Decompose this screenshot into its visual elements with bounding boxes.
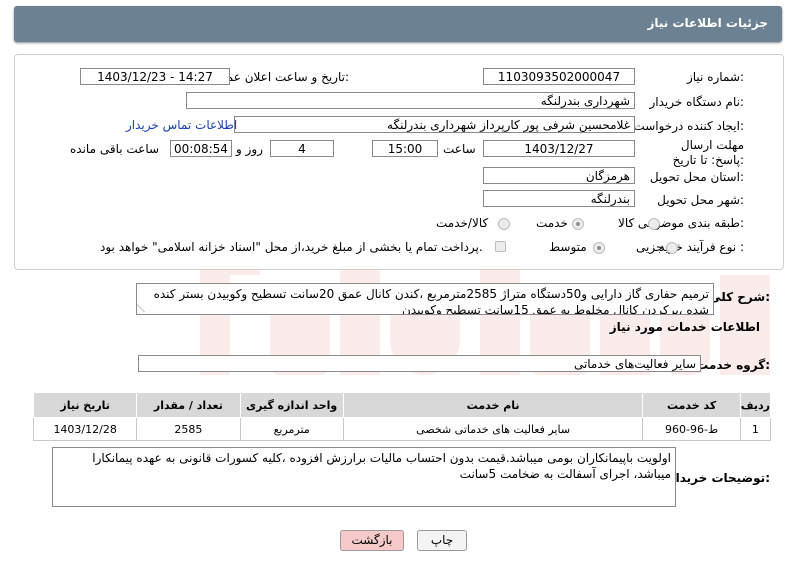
treasury-payment-note: پرداخت تمام یا بخشی از مبلغ خرید،از محل … — [100, 240, 483, 254]
buyer-notes-textarea[interactable]: اولویت باپیمانکاران بومی میباشد.قیمت بدو… — [52, 447, 676, 507]
process-option-medium: متوسط — [549, 240, 587, 254]
service-group-field[interactable]: سایر فعالیت‌های خدماتی — [138, 355, 701, 372]
title-bar: جزئیات اطلاعات نیاز — [14, 6, 782, 42]
cell-need-date: 1403/12/28 — [32, 417, 138, 441]
buyer-contact-link[interactable]: اطلاعات تماس خریدار — [126, 118, 237, 132]
days-label: روز و — [236, 142, 263, 156]
creator-label: ایجاد کننده درخواست: — [633, 119, 744, 133]
buyer-label: نام دستگاه خریدار: — [649, 95, 745, 109]
province-field[interactable]: هرمزگان — [483, 167, 635, 184]
category-option-goods: کالا — [618, 216, 635, 230]
need-number-field[interactable]: 1103093502000047 — [483, 68, 635, 85]
buyer-notes-text: اولویت باپیمانکاران بومی میباشد.قیمت بدو… — [92, 451, 671, 481]
category-option-service: خدمت — [536, 216, 568, 230]
deadline-time-field[interactable]: 15:00 — [372, 140, 438, 157]
services-table: ردیف کد خدمت نام خدمت واحد اندازه گیری ت… — [32, 392, 772, 441]
announce-datetime-field[interactable]: 1403/12/23 - 14:27 — [80, 68, 230, 85]
cell-unit: مترمربع — [239, 417, 344, 441]
deadline-label: مهلت ارسال پاسخ: تا تاریخ: — [672, 138, 744, 167]
time-remaining-field[interactable]: 00:08:54 — [170, 140, 232, 157]
col-quantity: تعداد / مقدار — [136, 392, 241, 418]
creator-field[interactable]: غلامحسین شرفی پور کارپرداز شهرداری بندرل… — [234, 116, 635, 133]
category-radio-goods-service[interactable] — [498, 218, 510, 230]
category-radio-service[interactable] — [572, 218, 584, 230]
col-unit: واحد اندازه گیری — [239, 392, 344, 418]
deadline-date-field[interactable]: 1403/12/27 — [483, 140, 635, 157]
summary-textarea[interactable]: ترمیم حفاری گاز دارایی و50دستگاه متراژ 2… — [136, 283, 714, 315]
col-service-name: نام خدمت — [342, 392, 644, 418]
services-section-title: اطلاعات خدمات مورد نیاز — [609, 320, 760, 334]
print-button[interactable]: چاپ — [417, 530, 467, 551]
category-option-goods-service: کالا/خدمت — [436, 216, 489, 230]
process-radio-minor[interactable] — [666, 242, 678, 254]
treasury-payment-checkbox[interactable] — [495, 241, 506, 252]
process-option-minor: جزیی — [636, 240, 664, 254]
category-radio-goods[interactable] — [648, 218, 660, 230]
deadline-time-label: ساعت — [443, 142, 476, 156]
process-radio-medium[interactable] — [593, 242, 605, 254]
page-title: جزئیات اطلاعات نیاز — [647, 16, 768, 30]
summary-text: ترمیم حفاری گاز دارایی و50دستگاه متراژ 2… — [153, 287, 709, 315]
days-remaining-field[interactable]: 4 — [270, 140, 334, 157]
col-service-code: کد خدمت — [642, 392, 741, 418]
province-label: استان محل تحویل: — [649, 170, 744, 184]
col-need-date: تاریخ نیاز — [32, 392, 138, 418]
service-group-label: گروه خدمت: — [696, 358, 770, 372]
time-remaining-label: ساعت باقی مانده — [70, 142, 160, 156]
city-label: شهر محل تحویل: — [657, 193, 744, 207]
back-button[interactable]: بازگشت — [340, 530, 404, 551]
need-number-label: شماره نیاز: — [686, 70, 744, 84]
buyer-notes-label: توضیحات خریدار: — [668, 471, 770, 485]
table-row[interactable]: 1 ط-96-960 سایر فعالیت های خدماتی شخصی م… — [32, 417, 772, 441]
cell-service-name: سایر فعالیت های خدماتی شخصی — [342, 417, 644, 441]
resize-grip-icon[interactable] — [137, 304, 153, 312]
buyer-field[interactable]: شهرداری بندرلنگه — [186, 92, 635, 109]
city-field[interactable]: بندرلنگه — [483, 190, 635, 207]
cell-quantity: 2585 — [136, 417, 241, 441]
services-table-header: ردیف کد خدمت نام خدمت واحد اندازه گیری ت… — [32, 392, 772, 418]
cell-row-number: 1 — [739, 417, 772, 441]
col-row-number: ردیف — [739, 392, 772, 418]
cell-service-code: ط-96-960 — [642, 417, 741, 441]
